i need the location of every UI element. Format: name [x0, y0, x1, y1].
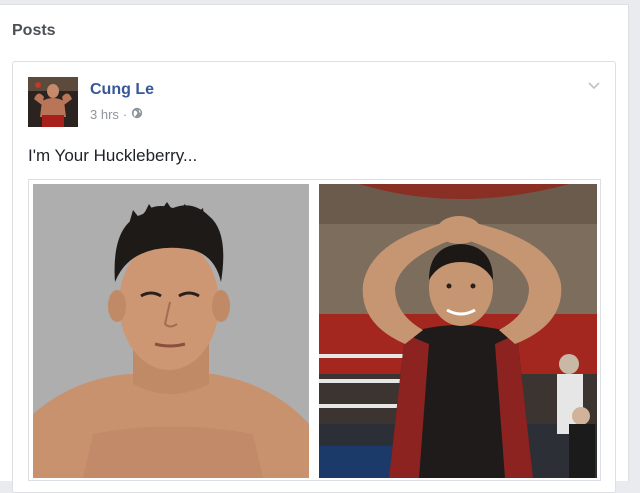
- chevron-down-icon[interactable]: [587, 78, 601, 92]
- avatar-image: [28, 77, 78, 127]
- avatar[interactable]: [28, 77, 78, 127]
- posts-panel: Posts Cung Le 3 hrs · I'm Your Huckleber…: [0, 4, 629, 493]
- photo-grid: [28, 179, 601, 481]
- ring-photo[interactable]: [319, 184, 597, 478]
- post-meta: 3 hrs ·: [90, 107, 143, 122]
- meta-separator: ·: [122, 107, 128, 122]
- portrait-photo[interactable]: [33, 184, 309, 478]
- author-name-link[interactable]: Cung Le: [90, 81, 154, 99]
- section-title: Posts: [12, 22, 56, 39]
- globe-icon[interactable]: [131, 107, 143, 122]
- post-card: Cung Le 3 hrs · I'm Your Huckleberry...: [12, 61, 616, 493]
- post-text: I'm Your Huckleberry...: [28, 146, 198, 165]
- post-timestamp[interactable]: 3 hrs: [90, 107, 119, 122]
